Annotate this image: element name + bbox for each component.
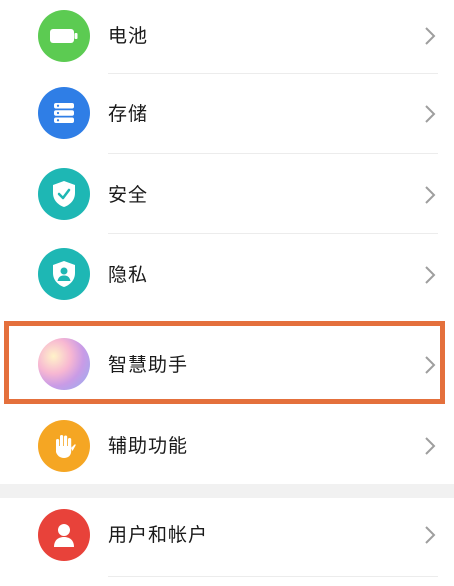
settings-item-users-accounts[interactable]: 用户和帐户 (0, 498, 454, 586)
smart-assistant-icon (38, 338, 90, 390)
settings-item-accessibility[interactable]: 辅助功能 (0, 408, 454, 484)
settings-item-label: 用户和帐户 (108, 524, 209, 546)
user-icon (38, 509, 90, 561)
settings-item-label: 电池 (108, 25, 149, 47)
settings-item-security[interactable]: 安全 (0, 154, 454, 234)
settings-item-label: 辅助功能 (108, 435, 189, 457)
battery-icon (38, 10, 90, 62)
settings-item-privacy[interactable]: 隐私 (0, 234, 454, 318)
shield-check-icon (38, 168, 90, 220)
settings-item-storage[interactable]: 存储 (0, 74, 454, 154)
settings-item-battery[interactable]: 电池 (0, 0, 454, 74)
chevron-right-icon (425, 186, 436, 204)
settings-item-smart-assistant[interactable]: 智慧助手 (0, 318, 454, 408)
settings-item-label: 存储 (108, 103, 149, 125)
chevron-right-icon (425, 266, 436, 284)
storage-icon (38, 87, 90, 139)
chevron-right-icon (425, 526, 436, 544)
chevron-right-icon (425, 356, 436, 374)
section-separator (0, 484, 454, 498)
chevron-right-icon (425, 437, 436, 455)
settings-item-label: 安全 (108, 184, 149, 206)
chevron-right-icon (425, 27, 436, 45)
chevron-right-icon (425, 105, 436, 123)
privacy-shield-icon (38, 248, 90, 300)
divider (108, 576, 438, 577)
settings-item-label: 隐私 (108, 264, 149, 286)
hand-icon (38, 420, 90, 472)
settings-item-label: 智慧助手 (108, 354, 189, 376)
